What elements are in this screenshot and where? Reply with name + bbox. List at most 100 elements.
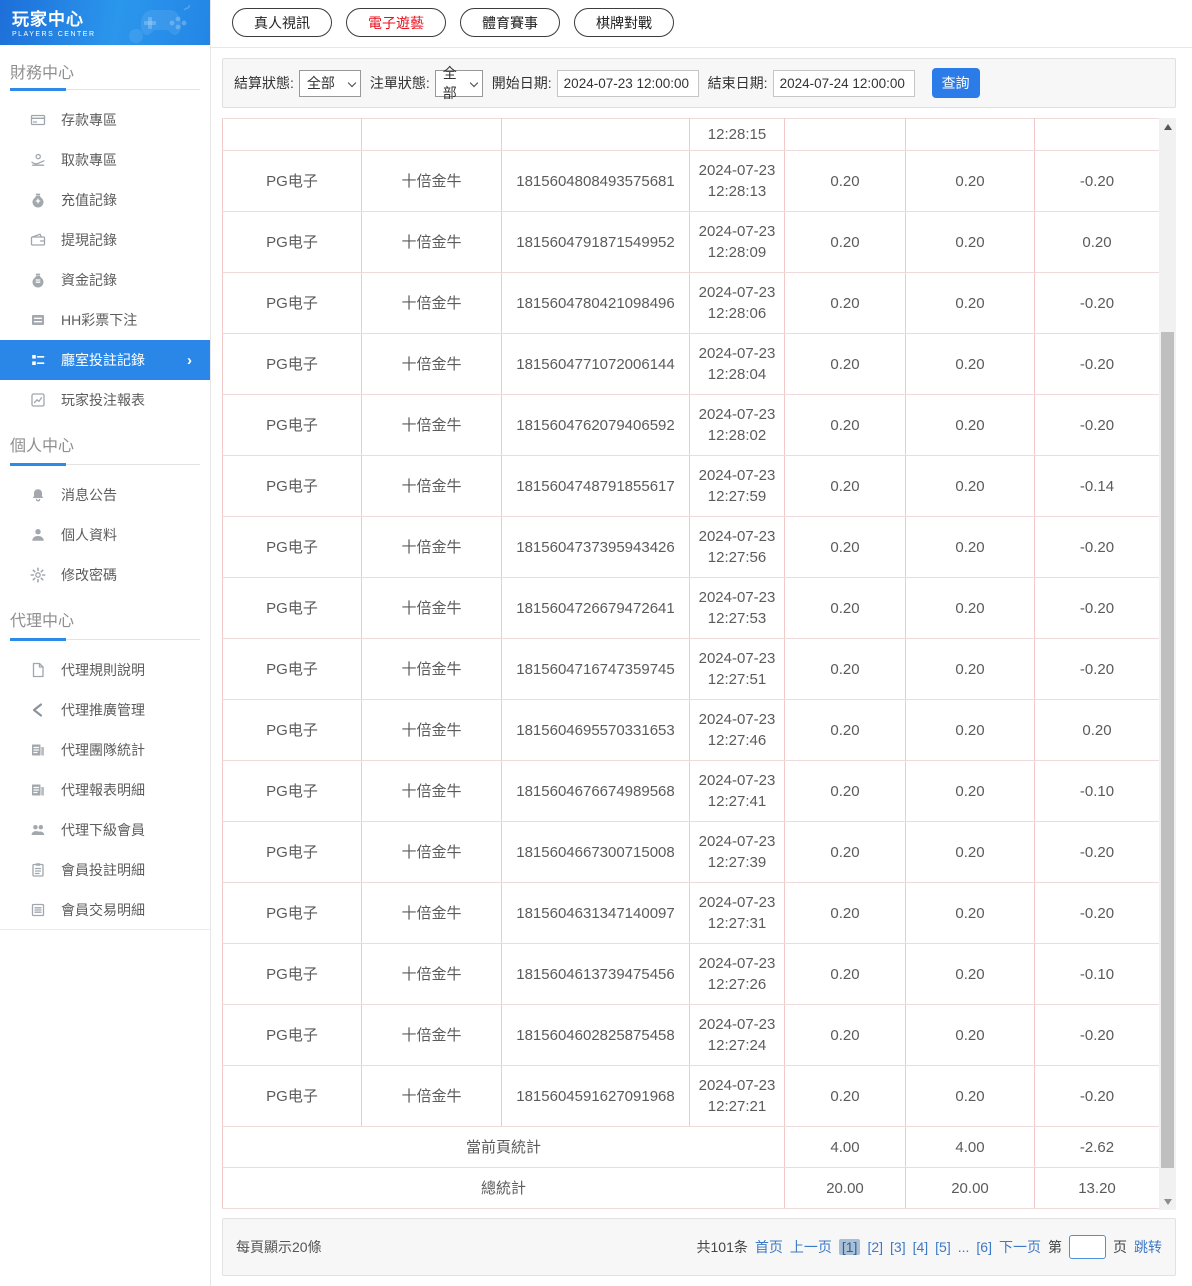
cell-winloss: -0.20 — [1034, 516, 1160, 578]
jump-page-input[interactable] — [1069, 1235, 1106, 1259]
cell-game: 十倍金牛 — [361, 821, 502, 883]
sidebar-item-room-bet-records[interactable]: 廳室投註記錄 › — [0, 340, 210, 380]
cell-time: 2024-07-23 12:27:51 — [689, 638, 785, 700]
cell-time: 2024-07-23 12:27:26 — [689, 943, 785, 1005]
page-link-4[interactable]: [4] — [913, 1239, 929, 1255]
cell-valid-bet: 0.20 — [905, 760, 1035, 822]
sidebar-item-funds-records[interactable]: 資金記錄 — [0, 260, 210, 300]
cell-order-id: 1815604613739475456 — [501, 943, 690, 1005]
cell-winloss: -0.14 — [1034, 455, 1160, 517]
prev-page-link[interactable]: 上一页 — [790, 1237, 832, 1257]
cell-bet-amount: 0.20 — [784, 1065, 906, 1127]
query-button[interactable]: 查詢 — [931, 68, 980, 98]
order-status-select[interactable]: 全部 — [434, 65, 483, 101]
tab-sports[interactable]: 體育賽事 — [460, 8, 560, 37]
chevron-right-icon: › — [187, 351, 192, 369]
start-date-label: 開始日期: — [491, 75, 552, 91]
order-status-label: 注單狀態: — [369, 75, 430, 91]
cell-bet-amount: 0.20 — [784, 150, 906, 212]
cell-time: 2024-07-23 12:27:59 — [689, 455, 785, 517]
start-date-input[interactable] — [556, 69, 699, 97]
table-row: PG电子 十倍金牛 1815604631347140097 2024-07-23 12:… — [222, 882, 1160, 944]
scroll-down-arrow-icon[interactable] — [1159, 1193, 1176, 1210]
cell-game: 十倍金牛 — [361, 272, 502, 334]
clipboard-icon — [30, 862, 46, 878]
cell-game: 十倍金牛 — [361, 150, 502, 212]
sidebar-item-member-bet-detail[interactable]: 會員投註明細 — [0, 850, 210, 890]
game-type-tabbar: 真人視訊 電子遊藝 體育賽事 棋牌對戰 — [211, 0, 1192, 48]
page-link-2[interactable]: [2] — [867, 1239, 883, 1255]
cell-winloss: 0.20 — [1034, 211, 1160, 273]
cell-valid-bet: 0.20 — [905, 577, 1035, 639]
cell-time: 12:28:15 — [689, 118, 785, 151]
sidebar-item-lottery-bets[interactable]: HH彩票下注 — [0, 300, 210, 340]
cell-game: 十倍金牛 — [361, 1065, 502, 1127]
total-summary-row: 總統計 20.00 20.00 13.20 — [222, 1167, 1160, 1209]
cell-bet-amount: 0.20 — [784, 272, 906, 334]
end-date-label: 結束日期: — [707, 75, 768, 91]
cell-bet-amount: 0.20 — [784, 455, 906, 517]
sidebar-item-agent-report-detail[interactable]: 代理報表明細 — [0, 770, 210, 810]
scrollbar-thumb[interactable] — [1161, 332, 1174, 1168]
end-date-input[interactable] — [772, 69, 915, 97]
sidebar-item-recharge-records[interactable]: 充值記錄 — [0, 180, 210, 220]
jump-button[interactable]: 跳转 — [1134, 1237, 1162, 1257]
tab-electronic-games[interactable]: 電子遊藝 — [346, 8, 446, 37]
cell-bet-amount: 0.20 — [784, 638, 906, 700]
report-icon — [30, 742, 46, 758]
sidebar-item-announcements[interactable]: 消息公告 — [0, 475, 210, 515]
pager: 共101条 首页 上一页 [1] [2] [3] [4] [5] ... [6]… — [697, 1235, 1162, 1259]
sidebar-item-agent-promotion[interactable]: 代理推廣管理 — [0, 690, 210, 730]
cell-platform: PG电子 — [222, 1004, 362, 1066]
sidebar-item-deposit[interactable]: 存款專區 — [0, 100, 210, 140]
cell-valid-bet: 0.20 — [905, 699, 1035, 761]
cell-platform: PG电子 — [222, 516, 362, 578]
scrollbar[interactable] — [1159, 118, 1176, 1210]
room-bet-record-icon — [30, 352, 46, 368]
sidebar-menu: 財務中心 存款專區 取款專區 充值記錄 提現記錄 資金記錄 HH彩票下注 廳室投… — [0, 45, 210, 930]
cell-bet-amount: 0.20 — [784, 333, 906, 395]
cell-winloss: -0.20 — [1034, 333, 1160, 395]
cell-order-id: 1815604695570331653 — [501, 699, 690, 761]
sidebar-item-member-transaction-detail[interactable]: 會員交易明細 — [0, 890, 210, 930]
tab-live-casino[interactable]: 真人視訊 — [232, 8, 332, 37]
sidebar-item-player-bet-report[interactable]: 玩家投注報表 — [0, 380, 210, 420]
section-title-agent: 代理中心 — [10, 613, 75, 630]
cell-valid-bet — [905, 118, 1035, 151]
sidebar-item-profile[interactable]: 個人資料 — [0, 515, 210, 555]
report-icon — [30, 782, 46, 798]
scroll-up-arrow-icon[interactable] — [1159, 118, 1176, 135]
table-row: PG电子 十倍金牛 1815604591627091968 2024-07-23 12:… — [222, 1065, 1160, 1127]
jump-suffix: 页 — [1113, 1239, 1127, 1255]
page-link-6[interactable]: [6] — [976, 1239, 992, 1255]
tab-board-card-games[interactable]: 棋牌對戰 — [574, 8, 674, 37]
table-row: PG电子 十倍金牛 1815604771072006144 2024-07-23 12:… — [222, 333, 1160, 395]
cell-winloss: -0.10 — [1034, 943, 1160, 1005]
sidebar-item-withdrawal-records[interactable]: 提現記錄 — [0, 220, 210, 260]
page-link-3[interactable]: [3] — [890, 1239, 906, 1255]
cell-game: 十倍金牛 — [361, 1004, 502, 1066]
sidebar-item-agent-rules[interactable]: 代理規則說明 — [0, 650, 210, 690]
bet-records-table-wrap: 12:28:15 PG电子 十倍金牛 1815604808493575681 2024… — [222, 118, 1176, 1210]
sidebar-item-withdraw-zone[interactable]: 取款專區 — [0, 140, 210, 180]
cell-time: 2024-07-23 12:27:56 — [689, 516, 785, 578]
sidebar-item-change-password[interactable]: 修改密碼 — [0, 555, 210, 595]
table-row: PG电子 十倍金牛 1815604726679472641 2024-07-23 12:… — [222, 577, 1160, 639]
page-summary-winloss: -2.62 — [1034, 1126, 1160, 1168]
page-link-5[interactable]: [5] — [935, 1239, 951, 1255]
sidebar-item-agent-team-stats[interactable]: 代理團隊統計 — [0, 730, 210, 770]
bell-icon — [30, 487, 46, 503]
cell-valid-bet: 0.20 — [905, 943, 1035, 1005]
table-row: PG电子 十倍金牛 1815604676674989568 2024-07-23 12:… — [222, 760, 1160, 822]
cell-platform: PG电子 — [222, 1065, 362, 1127]
settle-status-select[interactable]: 全部 — [298, 69, 361, 97]
cell-bet-amount: 0.20 — [784, 882, 906, 944]
cell-winloss: -0.20 — [1034, 394, 1160, 456]
page-link-1-current[interactable]: [1] — [838, 1239, 861, 1255]
cell-valid-bet: 0.20 — [905, 1004, 1035, 1066]
sidebar-item-agent-downline[interactable]: 代理下級會員 — [0, 810, 210, 850]
next-page-link[interactable]: 下一页 — [999, 1237, 1041, 1257]
cell-winloss — [1034, 118, 1160, 151]
cell-winloss: -0.20 — [1034, 821, 1160, 883]
first-page-link[interactable]: 首页 — [755, 1237, 783, 1257]
